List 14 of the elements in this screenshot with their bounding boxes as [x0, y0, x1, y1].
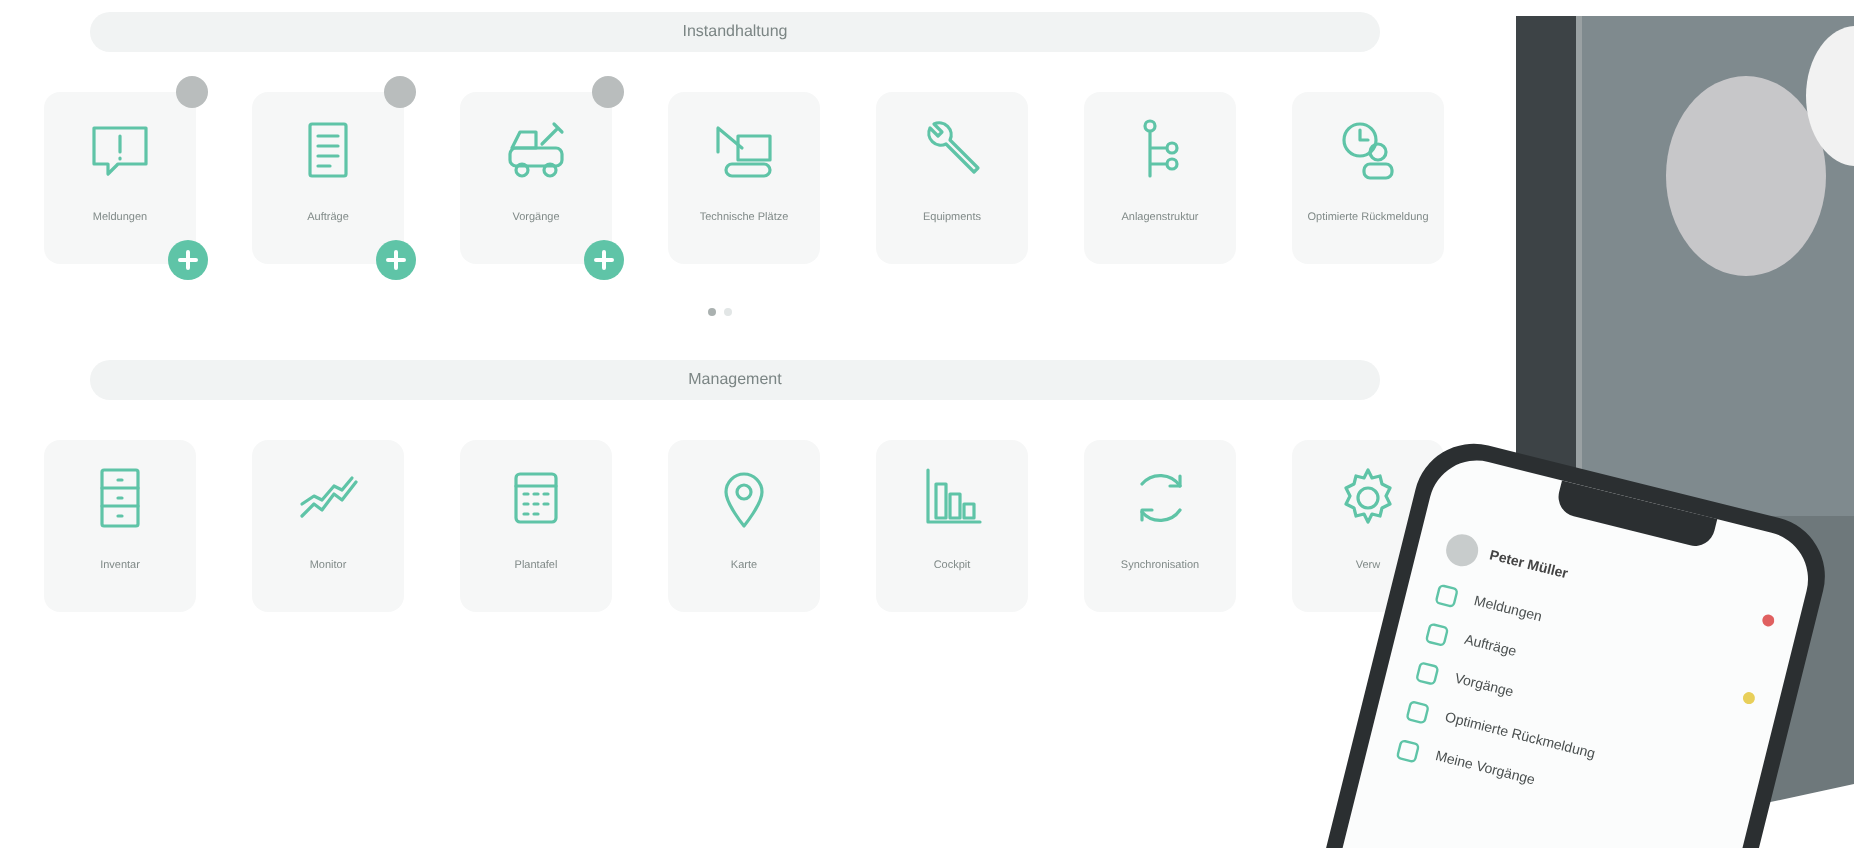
add-button[interactable]: [584, 240, 624, 280]
menu-icon: [1422, 620, 1452, 650]
section-title: Instandhaltung: [682, 22, 788, 40]
menu-icon: [1432, 581, 1462, 611]
plus-icon: [178, 250, 198, 270]
add-button[interactable]: [168, 240, 208, 280]
section-title: Management: [688, 370, 782, 388]
page-dot[interactable]: [708, 308, 716, 316]
menu-icon: [1403, 697, 1433, 727]
add-button[interactable]: [376, 240, 416, 280]
plus-icon: [386, 250, 406, 270]
menu-icon: [1393, 736, 1423, 766]
menu-icon: [1412, 659, 1442, 689]
plus-icon: [594, 250, 614, 270]
